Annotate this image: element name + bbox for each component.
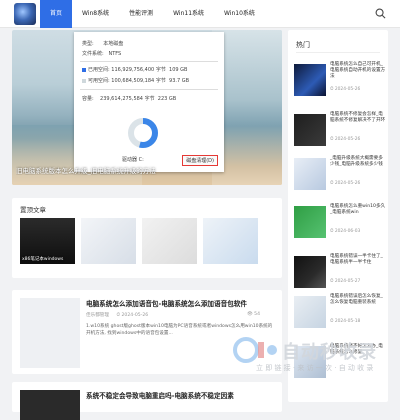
hero-slide[interactable]: 类型: 本地磁盘 文件系统: NTFS 已用空间: 116,929,756,40… [12,30,282,185]
watermark-subtext: 立 即 链 接 · 来 访 一 次 · 自 动 收 录 [256,364,374,372]
dialog-type-row: 类型: 本地磁盘 [82,41,124,47]
featured-item-caption: x86笔记本windows [22,257,64,262]
sidebar-item[interactable]: 电脑系统怎么重win10多久_电脑系统win ⏱ 2024-06-03 [294,202,386,242]
disk-properties-dialog: 类型: 本地磁盘 文件系统: NTFS 已用空间: 116,929,756,40… [74,32,224,172]
search-icon[interactable] [375,8,386,19]
article-excerpt: 1.w10系统 ghost版ghost版本win10电脑为PC语音系统或者win… [86,324,273,336]
divider [80,89,218,90]
article-meta: 佳乐都管理 ⏱ 2024-05-26 👁 54 [86,312,276,318]
article-author: 佳乐都管理 [86,313,109,318]
sidebar-item[interactable]: 电脑系统错误一半卡住了_电脑系统半一半卡住 ⏱ 2024-05-27 [294,252,384,292]
dialog-free-row: 可用空间: 100,684,509,184 字节 93.7 GB [82,77,189,84]
watermark-text: 自动秒收录 [282,342,377,363]
featured-title: 置顶文章 [20,206,46,214]
featured-item[interactable] [142,218,197,264]
nav-item-performance[interactable]: 性能评测 [119,0,163,28]
sidebar-item-title: 电脑系统不修复会怎样_电脑系统不修复解决不了开环 [330,112,386,123]
article-thumbnail[interactable] [20,298,80,368]
nav-item-win8[interactable]: Win8系统 [72,0,119,28]
sidebar-item-title: 电脑系统怎么自己可开机_电脑系统自动开机的设置方法 [330,62,386,79]
sidebar-thumbnail [294,206,326,238]
nav-item-win10[interactable]: Win10系统 [214,0,265,28]
featured-item[interactable] [203,218,258,264]
sidebar-item-date: ⏱ 2024-05-18 [330,319,361,324]
dialog-used-row: 已用空间: 116,929,756,400 字节 109 GB [82,66,187,73]
sidebar-thumbnail [294,256,326,288]
article-view-count: 👁 54 [246,312,260,317]
featured-section: 置顶文章 x86笔记本windows [12,198,282,278]
sidebar-item-date: ⏱ 2024-05-27 [330,279,361,284]
sidebar-item[interactable]: _电脑升级系统大概需要多少钱_电脑升级系统多少钱 ⏱ 2024-05-26 [294,154,384,194]
article-date: ⏱ 2024-05-26 [116,313,149,318]
sidebar-thumbnail [294,158,326,190]
drive-label: 驱动器 C: [122,157,144,163]
article-title[interactable]: 电脑系统怎么添加语音包-电脑系统怎么添加语音包软件 [86,298,276,308]
sidebar-title: 热门 [296,41,310,49]
sidebar-item-date: ⏱ 2024-05-26 [330,181,361,186]
sidebar-item-title: 电脑系统错误后怎么恢复_怎么恢复电脑重装系统 [330,294,383,305]
sidebar-thumbnail [294,296,326,328]
top-navigation-bar: 首页 Win8系统 性能评测 Win11系统 Win10系统 [0,0,400,28]
sidebar-item[interactable]: 电脑系统怎么自己可开机_电脑系统自动开机的设置方法 ⏱ 2024-05-26 [294,60,386,100]
nav-item-home[interactable]: 首页 [40,0,73,28]
site-logo[interactable] [14,3,36,25]
sidebar-item-title: 电脑系统错误一半卡住了_电脑系统半一半卡住 [330,254,383,265]
dialog-capacity-row: 容量: 239,614,275,584 字节 223 GB [82,96,177,102]
sidebar-item-date: ⏱ 2024-05-26 [330,87,361,92]
watermark-logo-icon [233,337,277,363]
sidebar-thumbnail [294,64,326,96]
featured-item[interactable]: x86笔记本windows [20,218,75,264]
divider [296,52,380,53]
nav-item-win11[interactable]: Win11系统 [163,0,214,28]
watermark-overlay: 自动秒收录 立 即 链 接 · 来 访 一 次 · 自 动 收 录 [232,336,392,382]
dialog-fs-row: 文件系统: NTFS [82,51,122,57]
featured-thumbnails: x86笔记本windows [20,218,258,264]
article-title[interactable]: 系统不稳定会导致电脑重启吗-电脑系统不稳定因素 [86,390,276,400]
featured-item[interactable] [81,218,136,264]
main-nav: 首页 Win8系统 性能评测 Win11系统 Win10系统 [40,0,265,28]
divider [80,61,218,62]
sidebar-item-date: ⏱ 2024-06-03 [330,229,361,234]
sidebar-item-title: _电脑升级系统大概需要多少钱_电脑升级系统多少钱 [330,156,383,167]
sidebar-item[interactable]: 电脑系统错误后怎么恢复_怎么恢复电脑重装系统 ⏱ 2024-05-18 [294,292,384,332]
disk-usage-donut [128,118,158,148]
sidebar-item[interactable]: 电脑系统不修复会怎样_电脑系统不修复解决不了开环 ⏱ 2024-05-26 [294,110,386,150]
sidebar-thumbnail [294,114,326,146]
hero-caption[interactable]: 旧电脑系统版本怎么升级_旧电脑系统升级的方法 [16,165,278,175]
sidebar-item-title: 电脑系统怎么重win10多久_电脑系统win [330,204,386,215]
sidebar-item-date: ⏱ 2024-05-26 [330,137,361,142]
article-thumbnail[interactable] [20,390,80,420]
article-card[interactable]: 系统不稳定会导致电脑重启吗-电脑系统不稳定因素 [12,382,282,420]
